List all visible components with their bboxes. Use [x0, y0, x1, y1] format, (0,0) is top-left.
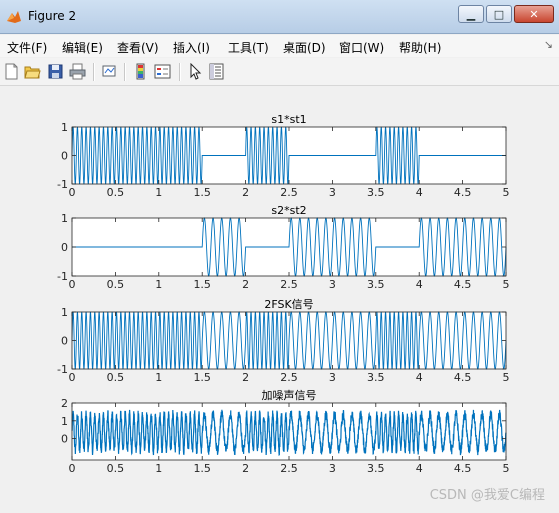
menu-desktop[interactable]: 桌面(D) [283, 39, 326, 56]
matlab-icon [7, 11, 21, 23]
plots-svg: 0 0.5 1 1.5 2 2.5 3 3.5 4 4.5 5-101s1*st10 0.5 1 1.5 2… [57, 113, 510, 475]
plot-title: s2*st2 [271, 204, 306, 217]
toolbar [0, 58, 559, 86]
figure-canvas: 0 0.5 1 1.5 2 2.5 3 3.5 4 4.5 5 -1 0 1 s1*st1 0 0.5 1 1.5 2… [0, 87, 559, 509]
toolbar-separator [179, 63, 181, 81]
new-figure-icon[interactable] [3, 63, 20, 80]
title-bar: Figure 2 ▁ □ ✕ [0, 0, 559, 34]
x-tick-label: 2.5 [280, 278, 298, 291]
x-tick-label: 1.5 [193, 462, 211, 475]
link-plot-icon[interactable] [101, 63, 118, 80]
x-tick-label: 2 [242, 278, 249, 291]
y-tick-label: 1 [61, 121, 68, 134]
y-tick-label: 0 [61, 150, 68, 163]
x-tick-label: 0.5 [107, 186, 125, 199]
y-tick-label: 0 [61, 241, 68, 254]
plot-title: 加噪声信号 [262, 388, 317, 402]
y-tick-label: -1 [57, 270, 68, 283]
axes-2: 0 0.5 1 1.5 2 2.5 3 3.5 4 4.5 5-101s2*st2 [57, 204, 509, 291]
x-tick-label: 1 [155, 186, 162, 199]
x-tick-label: 3 [329, 462, 336, 475]
x-tick-label: 4.5 [454, 371, 472, 384]
menu-window[interactable]: 窗口(W) [339, 39, 384, 56]
x-tick-label: 0.5 [107, 371, 125, 384]
menu-tools[interactable]: 工具(T) [228, 39, 269, 56]
close-button[interactable]: ✕ [514, 5, 554, 23]
x-tick-label: 1.5 [193, 278, 211, 291]
y-tick-label: 1 [61, 306, 68, 319]
y-tick-label: 0 [61, 433, 68, 446]
x-tick-label: 1 [155, 278, 162, 291]
x-tick-label: 2 [242, 186, 249, 199]
x-tick-label: 3.5 [367, 371, 385, 384]
x-tick-label: 5 [503, 371, 510, 384]
menu-file[interactable]: 文件(F) [7, 39, 47, 56]
save-icon[interactable] [47, 63, 64, 80]
pointer-icon[interactable] [187, 63, 204, 80]
x-tick-label: 2.5 [280, 371, 298, 384]
x-tick-label: 0 [69, 462, 76, 475]
y-tick-label: 1 [61, 212, 68, 225]
watermark: CSDN @我爱C编程 [429, 488, 545, 503]
maximize-button[interactable]: □ [486, 5, 512, 23]
y-tick-label: 1 [61, 415, 68, 428]
x-tick-label: 2 [242, 371, 249, 384]
x-tick-label: 4 [416, 278, 423, 291]
x-tick-label: 4.5 [454, 278, 472, 291]
x-tick-label: 3.5 [367, 278, 385, 291]
menu-bar: 文件(F) 编辑(E) 查看(V) 插入(I) 工具(T) 桌面(D) 窗口(W… [0, 35, 559, 57]
x-tick-label: 4 [416, 462, 423, 475]
x-tick-label: 4 [416, 371, 423, 384]
x-tick-label: 0.5 [107, 462, 125, 475]
x-tick-label: 0 [69, 278, 76, 291]
axes-3: 0 0.5 1 1.5 2 2.5 3 3.5 4 4.5 5-1012FSK信号 [57, 298, 509, 384]
x-tick-label: 2 [242, 462, 249, 475]
x-tick-label: 5 [503, 278, 510, 291]
x-tick-label: 3 [329, 371, 336, 384]
x-tick-label: 3.5 [367, 186, 385, 199]
x-tick-label: 3 [329, 278, 336, 291]
minimize-button[interactable]: ▁ [458, 5, 484, 23]
y-tick-label: -1 [57, 363, 68, 376]
toolbar-separator [93, 63, 95, 81]
x-tick-label: 3 [329, 186, 336, 199]
x-tick-label: 4 [416, 186, 423, 199]
open-file-icon[interactable] [24, 63, 41, 80]
colorbar-icon[interactable] [132, 63, 149, 80]
menu-insert[interactable]: 插入(I) [173, 39, 210, 56]
y-tick-label: 2 [61, 397, 68, 410]
x-tick-label: 2.5 [280, 186, 298, 199]
x-tick-label: 3.5 [367, 462, 385, 475]
legend-icon[interactable] [154, 63, 171, 80]
plot-title: s1*st1 [271, 113, 306, 126]
toolbar-separator [124, 63, 126, 81]
x-tick-label: 2.5 [280, 462, 298, 475]
x-tick-label: 4.5 [454, 462, 472, 475]
menu-help[interactable]: 帮助(H) [399, 39, 441, 56]
x-tick-label: 0 [69, 186, 76, 199]
menu-view[interactable]: 查看(V) [117, 39, 159, 56]
y-tick-label: -1 [57, 178, 68, 191]
x-tick-label: 1 [155, 462, 162, 475]
x-tick-label: 1.5 [193, 371, 211, 384]
y-tick-label: 0 [61, 335, 68, 348]
x-tick-label: 0 [69, 371, 76, 384]
x-tick-label: 1 [155, 371, 162, 384]
x-tick-label: 5 [503, 462, 510, 475]
property-inspector-icon[interactable] [208, 63, 225, 80]
x-tick-label: 1.5 [193, 186, 211, 199]
dock-arrow-icon[interactable]: ↘ [544, 38, 553, 51]
x-tick-label: 5 [503, 186, 510, 199]
plot-title: 2FSK信号 [264, 298, 313, 311]
print-icon[interactable] [69, 63, 86, 80]
window-title: Figure 2 [28, 9, 77, 23]
x-tick-label: 4.5 [454, 186, 472, 199]
menu-edit[interactable]: 编辑(E) [62, 39, 103, 56]
axes-1: 0 0.5 1 1.5 2 2.5 3 3.5 4 4.5 5-101s1*st1 [57, 113, 509, 199]
axes-4: 0 0.5 1 1.5 2 2.5 3 3.5 4 4.5 5 0 1 2 加噪声信号 [61, 388, 510, 475]
x-tick-label: 0.5 [107, 278, 125, 291]
